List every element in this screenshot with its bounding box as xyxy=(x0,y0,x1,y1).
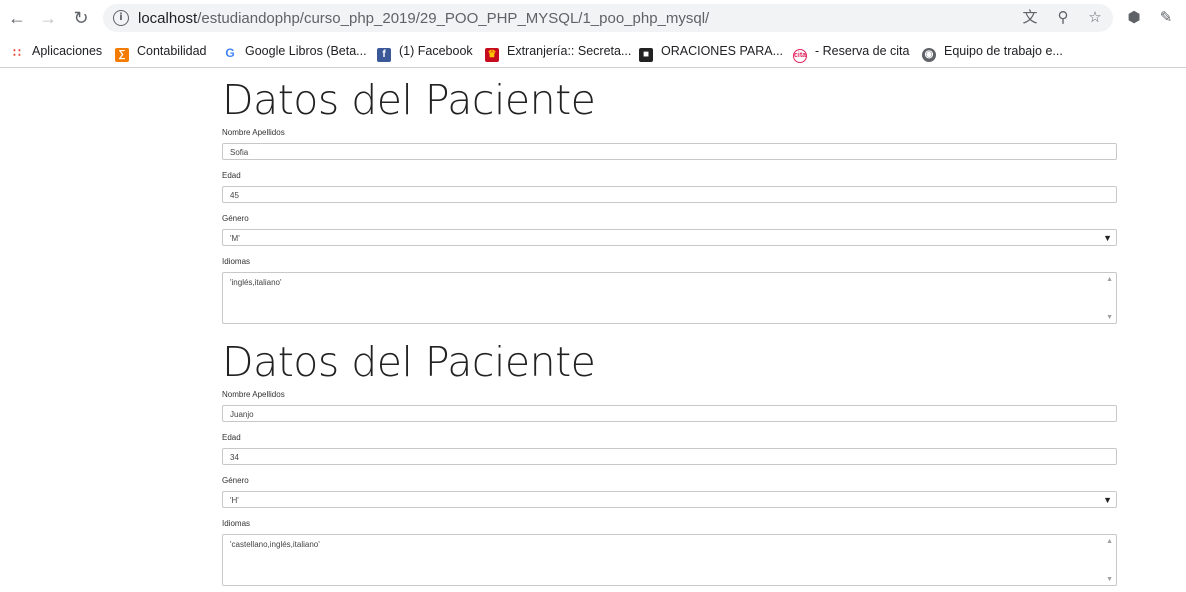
gender-selected-value: 'M' xyxy=(230,234,240,243)
patient-form: Datos del Paciente Nombre Apellidos Juan… xyxy=(222,330,1117,592)
xampp-icon: ∑ xyxy=(115,48,129,62)
translate-icon[interactable]: 文 xyxy=(1020,9,1040,27)
bookmark-contabilidad[interactable]: ∑ Contabilidad xyxy=(115,42,207,62)
languages-textarea[interactable]: 'castellano,inglés,italiano' ▲ ▼ xyxy=(222,534,1117,586)
scroll-down-icon[interactable]: ▼ xyxy=(1106,314,1113,321)
bookmark-label: Extranjería:: Secreta... xyxy=(507,44,632,58)
bookmark-facebook[interactable]: f (1) Facebook xyxy=(377,42,473,62)
bookmark-reserva-cita[interactable]: cita - Reserva de cita xyxy=(793,42,910,63)
bookmark-label: (1) Facebook xyxy=(399,44,473,58)
page-title: Datos del Paciente xyxy=(222,338,596,386)
languages-label: Idiomas xyxy=(222,519,251,528)
name-input[interactable]: Sofia xyxy=(222,143,1117,160)
globe-icon: ◉ xyxy=(922,48,936,62)
bookmark-oraciones[interactable]: ■ ORACIONES PARA... xyxy=(639,42,784,62)
bookmark-label: ORACIONES PARA... xyxy=(661,44,784,58)
age-input[interactable]: 34 xyxy=(222,448,1117,465)
url-host: localhost xyxy=(138,10,198,27)
book-icon: ■ xyxy=(639,48,653,62)
extension-cube-icon[interactable]: ⬢ xyxy=(1124,9,1144,27)
gender-label: Género xyxy=(222,476,249,485)
url-text[interactable]: localhost/estudiandophp/curso_php_2019/2… xyxy=(138,10,709,27)
bookmark-label: - Reserva de cita xyxy=(815,44,910,58)
scroll-down-icon[interactable]: ▼ xyxy=(1106,576,1113,583)
dropdown-arrow-icon[interactable]: ▼ xyxy=(1103,230,1112,247)
forward-arrow-icon[interactable]: → xyxy=(37,7,59,29)
age-label: Edad xyxy=(222,433,241,442)
facebook-icon: f xyxy=(377,48,391,62)
bookmark-extranjeria[interactable]: ♛ Extranjería:: Secreta... xyxy=(485,42,632,62)
bookmarks-bar: ∷ Aplicaciones ∑ Contabilidad G Google Libr… xyxy=(0,36,1186,68)
gender-label: Género xyxy=(222,214,249,223)
star-icon[interactable]: ☆ xyxy=(1085,9,1105,27)
browser-toolbar: ← → ↻ i localhost/estudiandophp/curso_ph… xyxy=(0,0,1186,36)
eyedropper-icon[interactable]: ✎ xyxy=(1156,9,1176,27)
page-content: Datos del Paciente Nombre Apellidos Sofi… xyxy=(222,68,1117,592)
gender-select[interactable]: 'H' ▼ xyxy=(222,491,1117,508)
gender-select[interactable]: 'M' ▼ xyxy=(222,229,1117,246)
languages-value: 'inglés,italiano' xyxy=(230,278,282,287)
name-label: Nombre Apellidos xyxy=(222,128,285,137)
apps-grid-icon: ∷ xyxy=(13,46,21,60)
scroll-up-icon[interactable]: ▲ xyxy=(1106,276,1113,283)
languages-value: 'castellano,inglés,italiano' xyxy=(230,540,320,549)
bookmark-label: Aplicaciones xyxy=(32,44,103,58)
age-input[interactable]: 45 xyxy=(222,186,1117,203)
bookmark-aplicaciones[interactable]: ∷ Aplicaciones xyxy=(10,42,102,60)
page-title: Datos del Paciente xyxy=(222,76,596,124)
gender-selected-value: 'H' xyxy=(230,496,239,505)
bookmark-google-libros[interactable]: G Google Libros (Beta... xyxy=(223,42,367,60)
patient-form: Datos del Paciente Nombre Apellidos Sofi… xyxy=(222,68,1117,330)
back-arrow-icon[interactable]: ← xyxy=(6,7,28,29)
name-label: Nombre Apellidos xyxy=(222,390,285,399)
info-icon[interactable]: i xyxy=(113,10,129,26)
bookmark-label: Equipo de trabajo e... xyxy=(944,44,1063,58)
reload-icon[interactable]: ↻ xyxy=(70,7,92,29)
name-input[interactable]: Juanjo xyxy=(222,405,1117,422)
languages-label: Idiomas xyxy=(222,257,251,266)
scroll-up-icon[interactable]: ▲ xyxy=(1106,538,1113,545)
google-icon: G xyxy=(225,46,235,60)
cita-icon: cita xyxy=(793,49,807,63)
zoom-icon[interactable]: ⚲ xyxy=(1053,9,1073,27)
bookmark-label: Contabilidad xyxy=(137,44,207,58)
bookmark-label: Google Libros (Beta... xyxy=(245,44,367,58)
languages-textarea[interactable]: 'inglés,italiano' ▲ ▼ xyxy=(222,272,1117,324)
spain-gov-icon: ♛ xyxy=(485,48,499,62)
dropdown-arrow-icon[interactable]: ▼ xyxy=(1103,492,1112,509)
bookmark-equipo-trabajo[interactable]: ◉ Equipo de trabajo e... xyxy=(922,42,1063,62)
url-path: /estudiandophp/curso_php_2019/29_POO_PHP… xyxy=(197,10,710,27)
age-label: Edad xyxy=(222,171,241,180)
address-bar[interactable]: i localhost/estudiandophp/curso_php_2019… xyxy=(103,4,1113,32)
